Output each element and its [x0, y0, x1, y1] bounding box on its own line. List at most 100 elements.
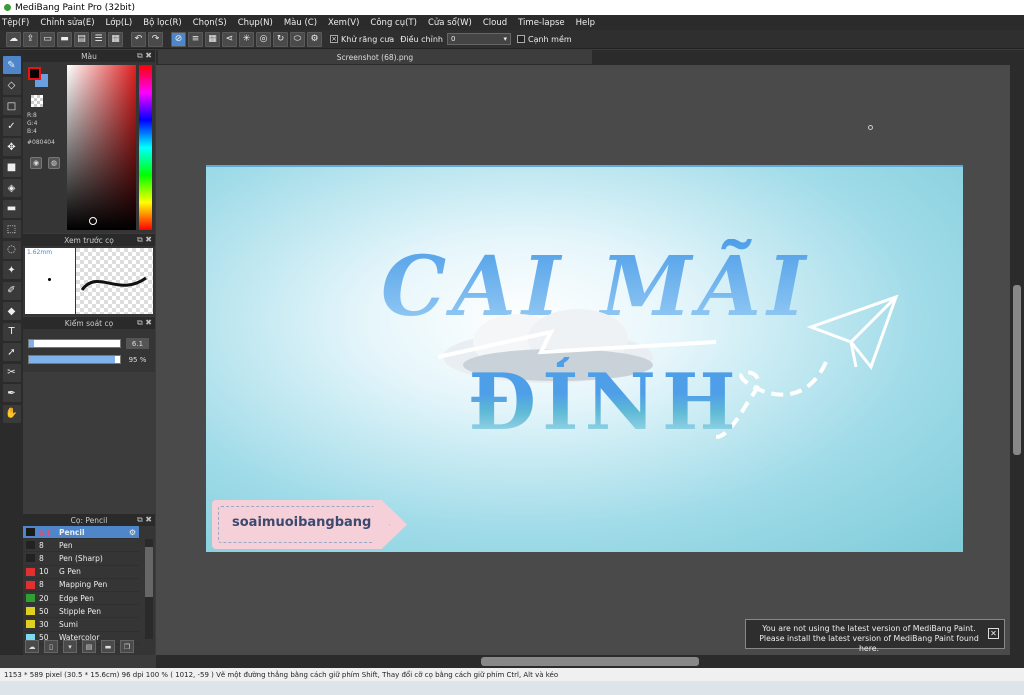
menu-edit[interactable]: Chỉnh sửa(E): [40, 18, 94, 28]
panel-float-close-icon[interactable]: ⧉ ✖: [137, 235, 152, 245]
menu-timelapse[interactable]: Time-lapse: [518, 18, 565, 28]
menu-tools[interactable]: Công cụ(T): [370, 18, 417, 28]
folder-brush-icon[interactable]: ▬: [101, 640, 115, 653]
panel-float-close-icon[interactable]: ⧉ ✖: [137, 318, 152, 328]
brush-list-item[interactable]: 10 G Pen: [23, 566, 139, 579]
settings-icon[interactable]: ⚙: [307, 31, 322, 47]
saturation-value-square[interactable]: [67, 65, 136, 230]
brush-size: 8: [39, 540, 44, 550]
color-picker-handle[interactable]: [89, 217, 97, 225]
comment-icon[interactable]: ▭: [40, 31, 55, 47]
brush-name: Edge Pen: [59, 593, 94, 603]
brush-list-item[interactable]: 20 Edge Pen: [23, 592, 139, 606]
brush-list-item[interactable]: 8 Pen: [23, 539, 139, 553]
brush-list-scrollbar[interactable]: [145, 539, 153, 639]
gradient-tool-icon[interactable]: ▬: [2, 199, 21, 218]
operation-tool-icon[interactable]: ➚: [2, 343, 21, 361]
dot-pen-tool-icon[interactable]: ✓: [2, 117, 21, 136]
brush-list-item[interactable]: 30 Sumi: [23, 618, 139, 632]
divide-tool-icon[interactable]: ✂: [2, 363, 21, 382]
gear-icon[interactable]: ⚙: [129, 528, 136, 537]
brush-tool-icon[interactable]: ✎: [2, 56, 21, 74]
fill-rect-tool-icon[interactable]: ■: [2, 158, 21, 177]
magic-wand-tool-icon[interactable]: ✦: [2, 261, 21, 279]
snap-curve-icon[interactable]: ↻: [273, 31, 288, 47]
copy-brush-icon[interactable]: ❐: [120, 640, 134, 653]
lasso-tool-icon[interactable]: ◌: [2, 240, 21, 259]
snap-vanish-icon[interactable]: ⋖: [222, 31, 237, 47]
artwork-title-line2: ĐỈNH: [468, 357, 742, 448]
eyedropper-tool-icon[interactable]: ✒: [2, 384, 21, 402]
window-title: MediBang Paint Pro (32bit): [15, 2, 135, 13]
menu-snap[interactable]: Chụp(N): [238, 18, 273, 28]
grid-icon[interactable]: ▦: [108, 31, 123, 47]
brush-list-panel: Cọ: Pencil ⧉ ✖ 6.1 Pencil ⚙ 8 Pen 8 Pen (Sharp)…: [23, 514, 155, 655]
menu-filter[interactable]: Bộ lọc(R): [143, 18, 182, 28]
close-icon[interactable]: ✕: [988, 628, 999, 639]
panel-float-close-icon[interactable]: ⧉ ✖: [137, 515, 152, 525]
menu-select[interactable]: Chọn(S): [193, 18, 227, 28]
hand-tool-icon[interactable]: ✋: [2, 404, 21, 423]
horizontal-scrollbar[interactable]: [156, 655, 1024, 668]
select-eraser-tool-icon[interactable]: ◆: [2, 302, 21, 320]
brush-opacity-slider[interactable]: [28, 355, 121, 364]
undo-icon[interactable]: ↶: [131, 31, 146, 47]
snap-ellipse-icon[interactable]: ⬭: [290, 31, 305, 47]
artwork-canvas[interactable]: CAI MÃI ĐỈNH soaimuoibangbang: [206, 165, 963, 552]
snap-radial-icon[interactable]: ✳: [239, 31, 254, 47]
select-tool-icon[interactable]: ⬚: [2, 220, 21, 238]
brush-list-item[interactable]: 6.1 Pencil ⚙: [23, 526, 139, 540]
menu-cloud[interactable]: Cloud: [483, 18, 507, 28]
brush-size-value[interactable]: 6.1: [126, 338, 149, 349]
horizontal-scroll-thumb[interactable]: [481, 657, 699, 666]
antialias-checkbox[interactable]: × Khử răng cưa: [330, 35, 394, 44]
menu-file[interactable]: Tệp(F): [2, 18, 29, 28]
new-brush-icon[interactable]: ▯: [44, 640, 58, 653]
duplicate-brush-icon[interactable]: ▤: [82, 640, 96, 653]
snap-parallel-icon[interactable]: ≡: [188, 31, 203, 47]
text-tool-icon[interactable]: T: [2, 322, 21, 341]
panel-float-close-icon[interactable]: ⧉ ✖: [137, 51, 152, 61]
menu-view[interactable]: Xem(V): [328, 18, 359, 28]
status-text: 1153 * 589 pixel (30.5 * 15.6cm) 96 dpi …: [4, 670, 559, 679]
cloud-brush-icon[interactable]: ☁: [25, 640, 39, 653]
brush-list-item[interactable]: 50 Stipple Pen: [23, 605, 139, 619]
foreground-color-swatch[interactable]: [28, 67, 41, 80]
snap-off-icon[interactable]: ⊘: [171, 31, 186, 47]
transparent-color-swatch[interactable]: [31, 95, 43, 107]
menu-layer[interactable]: Lớp(L): [106, 18, 133, 28]
soft-edge-label: Cạnh mềm: [527, 34, 572, 44]
vertical-scroll-thumb[interactable]: [1013, 285, 1021, 455]
eraser-tool-icon[interactable]: ◇: [2, 76, 21, 95]
update-notice-line2[interactable]: Please install the latest version of Med…: [754, 634, 984, 654]
vertical-scrollbar[interactable]: [1010, 65, 1024, 655]
cloud-icon[interactable]: ☁: [6, 31, 21, 47]
snap-cross-icon[interactable]: ▦: [205, 31, 220, 47]
bucket-tool-icon[interactable]: ◈: [2, 179, 21, 197]
share-icon[interactable]: ⇪: [23, 31, 38, 47]
brush-list-item[interactable]: 8 Pen (Sharp): [23, 552, 139, 566]
page-icon[interactable]: ▤: [74, 31, 89, 47]
add-brush-icon[interactable]: ▾: [63, 640, 77, 653]
brush-list-item[interactable]: 8 Mapping Pen: [23, 579, 139, 592]
document-tab[interactable]: Screenshot (68).png: [158, 50, 592, 64]
snap-circle-icon[interactable]: ◎: [256, 31, 271, 47]
select-pen-tool-icon[interactable]: ✐: [2, 281, 21, 300]
fg-bg-swatch[interactable]: [28, 67, 48, 87]
redo-icon[interactable]: ↷: [148, 31, 163, 47]
adjust-dropdown[interactable]: 0 ▾: [446, 33, 511, 45]
rectangle-tool-icon[interactable]: □: [2, 97, 21, 115]
move-tool-icon[interactable]: ✥: [2, 138, 21, 156]
palette-icon[interactable]: ◉: [30, 157, 42, 169]
soft-edge-checkbox[interactable]: Cạnh mềm: [516, 34, 572, 44]
list-icon[interactable]: ☰: [91, 31, 106, 47]
menu-window[interactable]: Cửa sổ(W): [428, 18, 472, 28]
color-wheel-icon[interactable]: ◍: [48, 157, 60, 169]
update-notice[interactable]: You are not using the latest version of …: [745, 619, 1005, 653]
message-icon[interactable]: ▬: [57, 31, 72, 47]
menu-help[interactable]: Help: [576, 18, 595, 28]
menu-color[interactable]: Màu (C): [284, 18, 317, 28]
hue-slider[interactable]: [139, 65, 152, 230]
brush-list-scroll-thumb[interactable]: [145, 547, 153, 597]
brush-size-slider[interactable]: [28, 339, 121, 348]
